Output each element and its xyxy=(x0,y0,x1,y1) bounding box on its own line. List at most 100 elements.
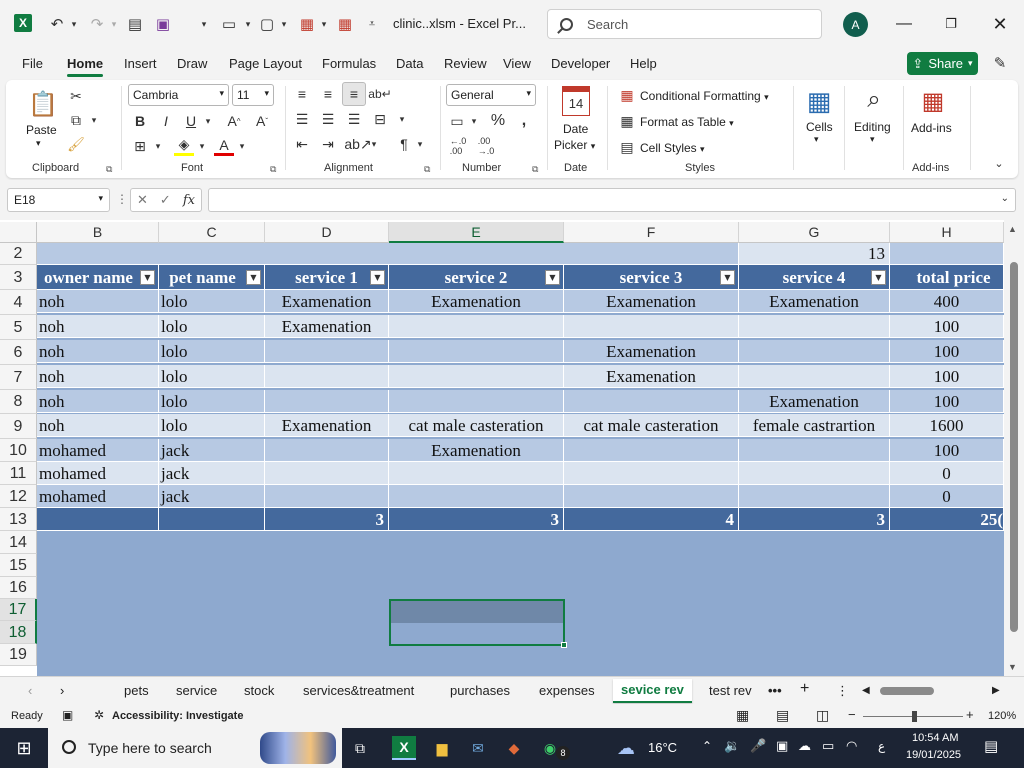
cell-h9[interactable]: 1600 xyxy=(890,414,1004,437)
page-layout-view-icon[interactable]: ▤ xyxy=(776,707,789,724)
more-sheets-icon[interactable]: ••• xyxy=(768,683,782,698)
enter-icon[interactable]: ✓ xyxy=(160,192,171,208)
align-middle-icon[interactable]: ≡ xyxy=(318,84,338,104)
chevron-down-icon[interactable]: ▾ xyxy=(36,138,41,149)
row-header-16[interactable]: 16 xyxy=(0,577,37,599)
paste-label[interactable]: Paste xyxy=(26,123,57,137)
header-service-3[interactable]: service 3 ▼ xyxy=(564,265,739,290)
chevron-down-icon[interactable]: ▾ xyxy=(368,134,380,154)
cell-e6[interactable] xyxy=(389,340,564,363)
zoom-slider-thumb[interactable] xyxy=(912,711,917,722)
total-f[interactable]: 4 xyxy=(564,508,739,531)
accessibility-status[interactable]: Accessibility: Investigate xyxy=(112,710,243,722)
weather-icon[interactable]: ☁ xyxy=(614,736,638,760)
date-icon[interactable]: ▦ xyxy=(334,12,356,36)
chevron-down-icon[interactable]: ▾ xyxy=(396,109,408,129)
windows-start-icon[interactable]: ⊞ xyxy=(12,736,36,760)
row-header-10[interactable]: 10 xyxy=(0,439,37,462)
sheet-tab-test-rev[interactable]: test rev xyxy=(709,683,752,698)
format-as-table-icon[interactable]: ▦ xyxy=(618,112,636,130)
chevron-down-icon[interactable]: ▾ xyxy=(88,110,100,130)
cell-e8[interactable] xyxy=(389,390,564,413)
more-icon[interactable]: ⋮ xyxy=(116,192,128,206)
comments-icon[interactable]: ✎ xyxy=(990,54,1010,74)
task-view-icon[interactable]: ⧉ xyxy=(348,736,372,760)
qat-dropdown-icon[interactable]: ▾ xyxy=(242,12,254,36)
cell-c12[interactable]: jack xyxy=(159,485,265,508)
name-box[interactable]: E18 ▾ xyxy=(7,188,110,212)
cell-c9[interactable]: lolo xyxy=(159,414,265,437)
sheet-tab-services-treatment[interactable]: services&treatment xyxy=(303,683,414,698)
page-break-view-icon[interactable]: ◫ xyxy=(816,707,829,724)
total-b[interactable] xyxy=(37,508,159,531)
tab-draw[interactable]: Draw xyxy=(177,56,207,71)
cell-c6[interactable]: lolo xyxy=(159,340,265,363)
increase-font-icon[interactable]: A ^ xyxy=(224,111,244,131)
cell-h12[interactable]: 0 xyxy=(890,485,1004,508)
header-service-2[interactable]: service 2 ▼ xyxy=(389,265,564,290)
row-header-7[interactable]: 7 xyxy=(0,365,37,390)
cell-d8[interactable] xyxy=(265,390,389,413)
cell-b8[interactable]: noh xyxy=(37,390,159,413)
next-sheet-icon[interactable]: › xyxy=(60,683,64,698)
fill-color-icon[interactable]: ◈ xyxy=(174,136,194,156)
copy-icon[interactable]: ⧉ xyxy=(66,110,86,130)
find-icon[interactable]: ⌕ xyxy=(858,84,890,116)
sheet-tab-purchases[interactable]: purchases xyxy=(450,683,510,698)
scrollbar-thumb[interactable] xyxy=(880,687,934,695)
zoom-level[interactable]: 120% xyxy=(988,710,1016,722)
cell-g4[interactable]: Examenation xyxy=(739,290,890,313)
close-icon[interactable]: ✕ xyxy=(988,12,1012,36)
horizontal-scrollbar[interactable] xyxy=(860,685,1000,697)
tab-view[interactable]: View xyxy=(503,56,531,71)
mail-icon[interactable]: ✉ xyxy=(466,736,490,760)
cell-d7[interactable] xyxy=(265,365,389,388)
row-header-17[interactable]: 17 xyxy=(0,599,37,621)
decrease-font-icon[interactable]: Aˇ xyxy=(252,111,272,131)
cell-h7[interactable]: 100 xyxy=(890,365,1004,388)
dialog-launcher-icon[interactable]: ⧉ xyxy=(270,164,276,175)
redo-icon[interactable]: ↷ xyxy=(86,12,108,36)
sheet-tab-expenses[interactable]: expenses xyxy=(539,683,595,698)
chevron-down-icon[interactable]: ▾ xyxy=(414,134,426,154)
cell-e5[interactable] xyxy=(389,315,564,338)
cut-icon[interactable]: ✂ xyxy=(66,86,86,106)
font-name-select[interactable]: Cambria ▾ xyxy=(128,84,229,106)
cell-b7[interactable]: noh xyxy=(37,365,159,388)
align-top-icon[interactable]: ≡ xyxy=(292,84,312,104)
total-h[interactable]: 25( xyxy=(890,508,1004,531)
font-color-icon[interactable]: A xyxy=(214,136,234,156)
row-header-4[interactable]: 4 xyxy=(0,290,37,315)
header-owner-name[interactable]: owner name ▼ xyxy=(37,265,159,290)
tab-help[interactable]: Help xyxy=(630,56,657,71)
cell-e10[interactable]: Examenation xyxy=(389,439,564,462)
cell-e4[interactable]: Examenation xyxy=(389,290,564,313)
increase-decimal-icon[interactable]: ←.0.00 xyxy=(446,136,470,156)
tab-page-layout[interactable]: Page Layout xyxy=(229,56,302,71)
cell-f7[interactable]: Examenation xyxy=(564,365,739,388)
avatar[interactable]: A xyxy=(843,12,868,37)
cells-icon[interactable]: ▦ xyxy=(804,86,834,116)
add-ins-button[interactable]: Add-ins xyxy=(911,121,952,135)
battery-icon[interactable]: ▭ xyxy=(822,738,834,754)
cell-f5[interactable] xyxy=(564,315,739,338)
cell-h6[interactable]: 100 xyxy=(890,340,1004,363)
notification-center-icon[interactable]: ▤ xyxy=(984,737,998,755)
form-icon[interactable]: ▤ xyxy=(124,12,146,36)
row-header-9[interactable]: 9 xyxy=(0,414,37,439)
row-header-2[interactable]: 2 xyxy=(0,243,37,265)
row-header-3[interactable]: 3 xyxy=(0,265,37,290)
cell-g11[interactable] xyxy=(739,462,890,485)
cell-f9[interactable]: cat male casteration xyxy=(564,414,739,437)
conditional-formatting-button[interactable]: Conditional Formatting ▾ xyxy=(640,89,769,103)
filter-dropdown-icon[interactable]: ▼ xyxy=(720,270,735,285)
store-icon[interactable]: ◆ xyxy=(502,736,526,760)
decrease-decimal-icon[interactable]: .00 →.0 xyxy=(474,136,498,156)
underline-icon[interactable]: U xyxy=(181,111,201,131)
volume-icon[interactable]: 🔉 xyxy=(724,738,740,754)
cell-c10[interactable]: jack xyxy=(159,439,265,462)
weather-temp[interactable]: 16°C xyxy=(648,740,677,755)
tab-formulas[interactable]: Formulas xyxy=(322,56,376,71)
align-center-icon[interactable]: ☰ xyxy=(318,109,338,129)
cell-f8[interactable] xyxy=(564,390,739,413)
